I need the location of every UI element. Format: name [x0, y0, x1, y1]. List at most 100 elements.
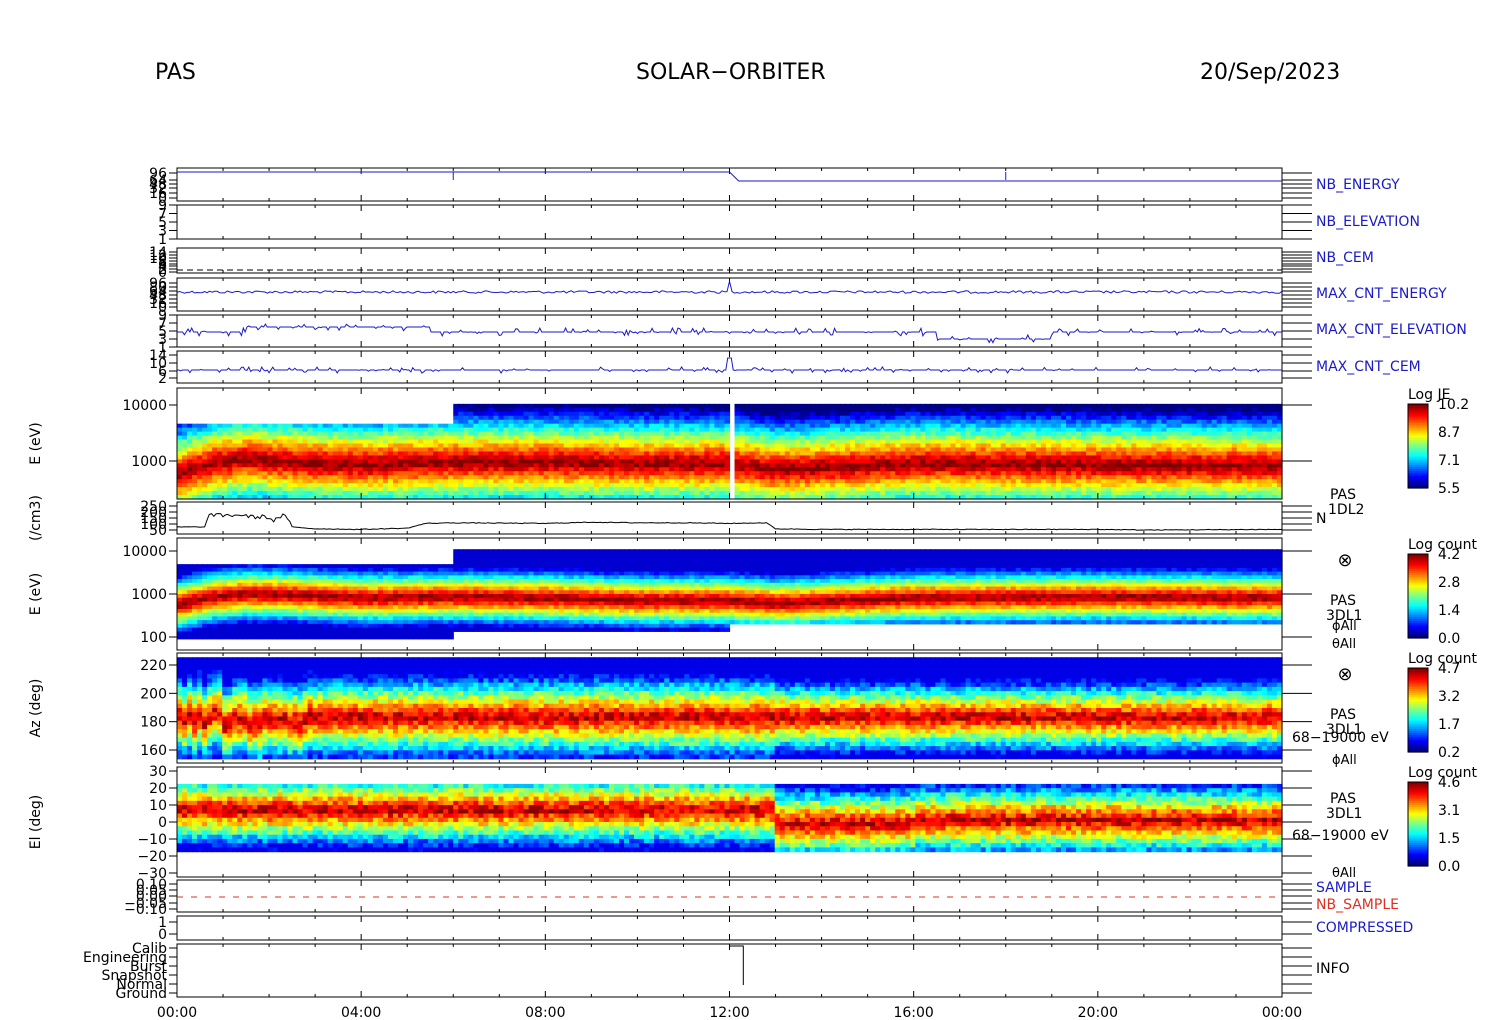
je-cell [342, 467, 349, 472]
je-cell [829, 407, 836, 413]
je-cell [940, 439, 947, 445]
je-cell [689, 479, 695, 484]
je-cell [779, 467, 786, 472]
je-cell [955, 447, 962, 453]
je-cell [709, 427, 716, 433]
je-cell [1191, 483, 1198, 488]
je-cell [870, 471, 876, 476]
je-cell [1186, 439, 1193, 445]
je-cell [664, 415, 670, 421]
je-cell [433, 455, 439, 460]
je-cell [297, 487, 304, 492]
je-cell [578, 443, 585, 449]
je-cell [940, 447, 947, 453]
je-cell [910, 491, 916, 496]
je-cell [608, 431, 615, 437]
je-cell [1055, 463, 1062, 468]
je-cell [1010, 431, 1017, 437]
je-cell [508, 443, 515, 449]
je-cell [1171, 423, 1178, 429]
je-cell [799, 455, 806, 460]
je-cell [182, 483, 188, 488]
je-cell [794, 411, 801, 417]
je-cell [588, 467, 595, 472]
je-cell [885, 435, 891, 441]
je-cell [518, 439, 525, 445]
je-cell [357, 459, 364, 464]
je-cell [1121, 451, 1127, 456]
je-cell [1116, 423, 1122, 429]
je-cell [749, 487, 756, 492]
je-cell [312, 491, 319, 496]
je-cell [684, 423, 690, 429]
je-cell [458, 467, 464, 472]
je-cell [573, 471, 580, 476]
je-cell [1121, 427, 1127, 433]
je-cell [684, 455, 690, 460]
je-cell [608, 467, 615, 472]
je-cell [1161, 443, 1168, 449]
je-cell [679, 455, 685, 460]
je-cell [1116, 439, 1122, 445]
je-cell [503, 403, 510, 409]
je-cell [1086, 443, 1092, 449]
je-cell [533, 467, 540, 472]
je-cell [287, 431, 294, 437]
je-cell [543, 447, 550, 453]
je-cell [809, 459, 816, 464]
je-cell [714, 479, 721, 484]
je-cell [1146, 435, 1153, 441]
je-cell [438, 435, 444, 441]
je-cell [654, 471, 660, 476]
je-cell [1151, 479, 1158, 484]
je-cell [377, 475, 384, 480]
je-cell [809, 407, 816, 413]
je-cell [699, 463, 705, 468]
je-cell [593, 419, 600, 425]
je-cell [337, 459, 344, 464]
je-cell [1010, 491, 1017, 496]
je-cell [247, 483, 253, 488]
je-cell [443, 431, 449, 437]
je-cell [382, 487, 389, 492]
je-cell [588, 403, 595, 409]
je-cell [202, 459, 208, 464]
je-cell [1121, 439, 1127, 445]
je-cell [1156, 487, 1163, 492]
je-cell [403, 471, 409, 476]
je-cell [297, 447, 304, 453]
je-cell [1050, 455, 1057, 460]
je-cell [764, 467, 771, 472]
je-cell [488, 423, 495, 429]
je-cell [799, 431, 806, 437]
je-cell [367, 483, 374, 488]
je-cell [674, 483, 680, 488]
je-cell [387, 467, 394, 472]
je-cell [207, 423, 213, 429]
je-cell [408, 431, 414, 437]
je-cell [1091, 419, 1097, 425]
je-cell [814, 439, 821, 445]
je-cell [1096, 431, 1102, 437]
je-cell [644, 455, 650, 460]
je-cell [1161, 447, 1168, 453]
je-cell [327, 487, 334, 492]
je-cell [1030, 447, 1037, 453]
je-cell [493, 431, 500, 437]
je-cell [925, 419, 932, 425]
je-cell [392, 423, 399, 429]
je-cell [292, 475, 299, 480]
je-cell [890, 423, 896, 429]
je-cell [880, 459, 886, 464]
je-cell [408, 447, 414, 453]
je-cell [458, 471, 464, 476]
je-cell [317, 479, 324, 484]
je-cell [824, 403, 831, 409]
je-cell [970, 467, 977, 472]
je-cell [317, 455, 324, 460]
je-cell [895, 487, 901, 492]
je-cell [870, 487, 876, 492]
je-cell [719, 491, 726, 496]
je-cell [1015, 431, 1022, 437]
je-cell [463, 415, 469, 421]
